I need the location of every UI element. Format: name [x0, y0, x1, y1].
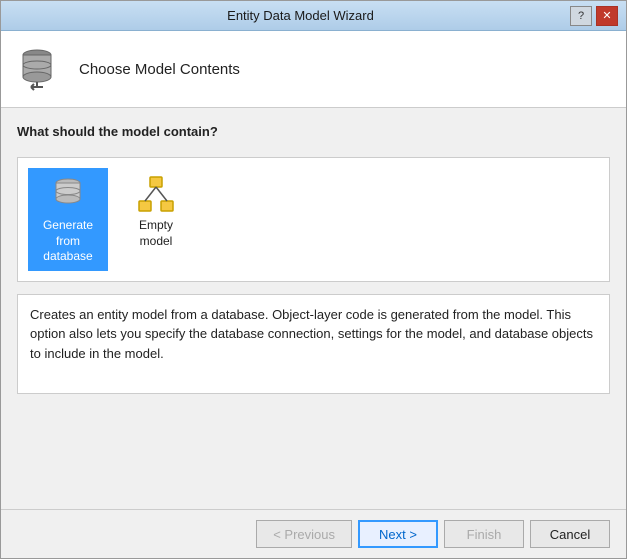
description-text: Creates an entity model from a database.…	[30, 307, 593, 361]
description-box: Creates an entity model from a database.…	[17, 294, 610, 394]
next-button[interactable]: Next >	[358, 520, 438, 548]
cancel-button[interactable]: Cancel	[530, 520, 610, 548]
option-generate-from-database[interactable]: Generate from database	[28, 168, 108, 271]
wizard-window: Entity Data Model Wizard ? ✕ Choos	[0, 0, 627, 559]
section-label: What should the model contain?	[17, 124, 610, 139]
content-area: What should the model contain? Generate …	[1, 108, 626, 509]
window-title: Entity Data Model Wizard	[31, 8, 570, 23]
option-empty-model[interactable]: Empty model	[116, 168, 196, 271]
generate-db-icon	[48, 174, 88, 214]
wizard-header-icon	[17, 45, 65, 93]
close-button[interactable]: ✕	[596, 6, 618, 26]
previous-button[interactable]: < Previous	[256, 520, 352, 548]
generate-db-label: Generate from database	[36, 218, 100, 265]
title-controls: ? ✕	[570, 6, 618, 26]
empty-model-icon	[136, 174, 176, 214]
footer: < Previous Next > Finish Cancel	[1, 509, 626, 558]
header-title: Choose Model Contents	[79, 61, 240, 78]
title-bar: Entity Data Model Wizard ? ✕	[1, 1, 626, 31]
help-button[interactable]: ?	[570, 6, 592, 26]
finish-button[interactable]: Finish	[444, 520, 524, 548]
wizard-header: Choose Model Contents	[1, 31, 626, 108]
model-options-box: Generate from database	[17, 157, 610, 282]
empty-model-label: Empty model	[124, 218, 188, 249]
